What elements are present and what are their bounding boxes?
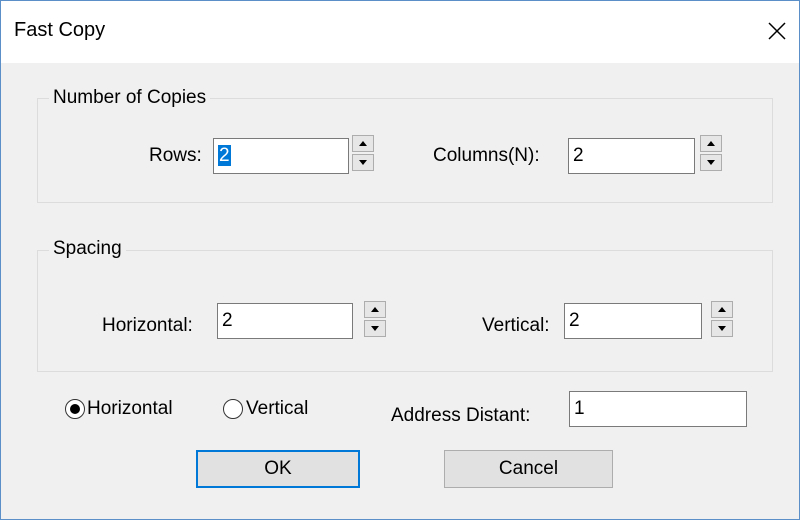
spacing-horizontal-spin-up-button[interactable] bbox=[364, 301, 386, 318]
rows-spin-up-button[interactable] bbox=[352, 135, 374, 152]
fast-copy-dialog: Fast Copy Number of Copies Rows: 2 Colum… bbox=[0, 0, 800, 520]
address-distant-label: Address Distant: bbox=[391, 405, 531, 426]
columns-spin-up-button[interactable] bbox=[700, 135, 722, 152]
spacing-horizontal-label: Horizontal: bbox=[102, 315, 193, 336]
spin-down-icon bbox=[718, 326, 726, 331]
columns-spinner[interactable] bbox=[700, 135, 722, 171]
spin-up-icon bbox=[359, 141, 367, 146]
spacing-legend: Spacing bbox=[49, 238, 126, 260]
columns-value: 2 bbox=[573, 145, 584, 166]
ok-button[interactable]: OK bbox=[196, 450, 360, 488]
close-button[interactable] bbox=[755, 9, 799, 53]
copies-legend: Number of Copies bbox=[49, 87, 211, 109]
radio-horizontal[interactable] bbox=[65, 399, 85, 419]
rows-input[interactable]: 2 bbox=[213, 138, 349, 174]
spin-down-icon bbox=[707, 160, 715, 165]
rows-spinner[interactable] bbox=[352, 135, 374, 171]
spacing-vertical-value: 2 bbox=[569, 310, 580, 331]
address-distant-value: 1 bbox=[574, 398, 585, 419]
spacing-horizontal-value: 2 bbox=[222, 310, 233, 331]
spin-down-icon bbox=[371, 326, 379, 331]
spacing-horizontal-input[interactable]: 2 bbox=[217, 303, 353, 339]
spacing-vertical-spin-up-button[interactable] bbox=[711, 301, 733, 318]
spacing-vertical-label: Vertical: bbox=[482, 315, 550, 336]
spacing-vertical-spin-down-button[interactable] bbox=[711, 320, 733, 337]
title-bar: Fast Copy bbox=[1, 1, 799, 63]
radio-selected-dot bbox=[70, 404, 80, 414]
spacing-horizontal-spinner[interactable] bbox=[364, 301, 386, 337]
close-icon bbox=[768, 22, 786, 40]
spin-up-icon bbox=[707, 141, 715, 146]
radio-vertical-label[interactable]: Vertical bbox=[246, 397, 308, 421]
cancel-button[interactable]: Cancel bbox=[444, 450, 613, 488]
columns-label: Columns(N): bbox=[433, 145, 540, 166]
window-title: Fast Copy bbox=[14, 19, 106, 41]
columns-spin-down-button[interactable] bbox=[700, 154, 722, 171]
radio-vertical[interactable] bbox=[223, 399, 243, 419]
spacing-horizontal-spin-down-button[interactable] bbox=[364, 320, 386, 337]
spacing-vertical-input[interactable]: 2 bbox=[564, 303, 702, 339]
radio-horizontal-label[interactable]: Horizontal bbox=[87, 397, 173, 421]
spin-up-icon bbox=[371, 307, 379, 312]
spin-down-icon bbox=[359, 160, 367, 165]
spin-up-icon bbox=[718, 307, 726, 312]
rows-spin-down-button[interactable] bbox=[352, 154, 374, 171]
columns-input[interactable]: 2 bbox=[568, 138, 695, 174]
address-distant-input[interactable]: 1 bbox=[569, 391, 747, 427]
spacing-vertical-spinner[interactable] bbox=[711, 301, 733, 337]
rows-label: Rows: bbox=[149, 145, 202, 166]
rows-value: 2 bbox=[218, 145, 231, 166]
